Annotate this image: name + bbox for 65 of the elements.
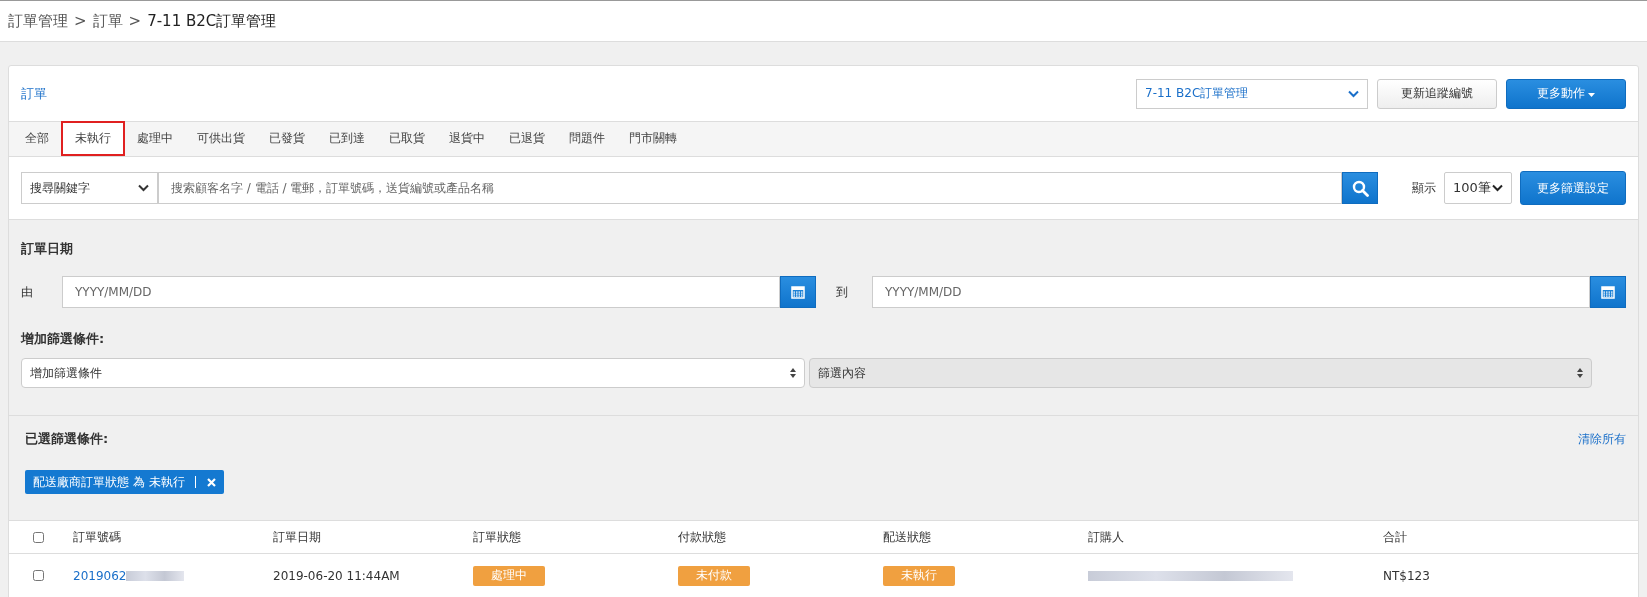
breadcrumb-item: 7-11 B2C訂單管理 (147, 11, 277, 31)
search-button[interactable] (1342, 172, 1378, 204)
remove-icon[interactable] (206, 477, 216, 487)
row-checkbox[interactable] (33, 570, 44, 581)
column-header: 訂購人 (1088, 528, 1125, 546)
calendar-icon (791, 285, 805, 299)
page-size-select[interactable]: 100筆 (1444, 172, 1512, 204)
calendar-button[interactable] (780, 276, 816, 308)
column-header: 合計 (1383, 528, 1408, 546)
status-badge: 處理中 (473, 565, 545, 586)
status-tab[interactable]: 已發貨 (257, 121, 317, 156)
end-date-field[interactable]: YYYY/MM/DD (872, 276, 1590, 308)
clear-all-link[interactable]: 清除所有 (1578, 430, 1626, 448)
to-label: 到 (835, 283, 849, 301)
show-label: 顯示 (1412, 179, 1436, 197)
column-header: 訂單日期 (273, 528, 322, 546)
breadcrumb-separator: > (74, 12, 87, 30)
order-number-link[interactable]: 2019062 (73, 568, 127, 583)
section-title: 增加篩選條件: (21, 330, 106, 348)
status-tab[interactable]: 已退貨 (497, 121, 557, 156)
select-all-checkbox[interactable] (33, 531, 44, 543)
caret-icon (1588, 93, 1596, 97)
breadcrumb-item[interactable]: 訂單 (92, 11, 123, 31)
calendar-button[interactable] (1590, 276, 1626, 308)
up-down-arrows-icon (789, 368, 796, 378)
calendar-icon (1601, 285, 1615, 299)
status-tab[interactable]: 處理中 (125, 121, 185, 156)
table-cell-text: NT$123 (1383, 568, 1431, 583)
filter-condition-select[interactable]: 增加篩選條件 (21, 358, 805, 388)
status-tab[interactable]: 已到達 (317, 121, 377, 156)
status-tab[interactable]: 門市關轉 (617, 121, 689, 156)
breadcrumb-separator: > (128, 12, 142, 30)
column-header: 付款狀態 (678, 528, 727, 546)
status-tab[interactable]: 已取貨 (377, 121, 437, 156)
column-header: 訂單號碼 (73, 528, 122, 546)
column-header: 配送狀態 (883, 528, 932, 546)
column-header: 訂單狀態 (473, 528, 522, 546)
status-tab[interactable]: 未執行 (61, 121, 125, 156)
up-down-arrows-icon (1577, 368, 1583, 378)
status-badge: 未執行 (883, 565, 955, 586)
status-tab[interactable]: 可供出貨 (185, 121, 257, 156)
search-type-select[interactable]: 搜尋關鍵字 (21, 172, 158, 204)
search-icon (1351, 179, 1369, 197)
chevron-down-icon (1492, 184, 1503, 192)
chevron-down-icon (138, 184, 149, 192)
more-actions-button[interactable]: 更多動作 (1506, 78, 1626, 109)
chevron-down-icon (1348, 89, 1359, 98)
section-title: 訂單日期 (21, 240, 74, 258)
status-tab[interactable]: 問題件 (557, 121, 617, 156)
card-title: 訂單 (21, 84, 48, 103)
store-select[interactable]: 7-11 B2C訂單管理 (1136, 78, 1368, 109)
status-badge: 未付款 (678, 565, 750, 586)
status-tab[interactable]: 全部 (13, 121, 61, 156)
redacted-block (126, 571, 185, 581)
breadcrumb-item[interactable]: 訂單管理 (8, 11, 68, 31)
table-cell-text: 2019-06-20 11:44AM (273, 568, 401, 583)
from-label: 由 (21, 283, 34, 301)
status-tab[interactable]: 退貨中 (437, 121, 497, 156)
search-field[interactable]: 搜索顧客名字 / 電話 / 電郵，訂單號碼，送貨編號或產品名稱 (158, 172, 1342, 204)
more-filters-button[interactable]: 更多篩選設定 (1520, 171, 1626, 205)
update-tracking-button[interactable]: 更新追蹤編號 (1377, 78, 1497, 109)
start-date-field[interactable]: YYYY/MM/DD (62, 276, 780, 308)
filter-tag-text: 配送廠商訂單狀態 為 未執行 (33, 473, 185, 491)
section-title: 已選篩選條件: (25, 430, 109, 448)
tag-divider-icon (194, 476, 197, 488)
